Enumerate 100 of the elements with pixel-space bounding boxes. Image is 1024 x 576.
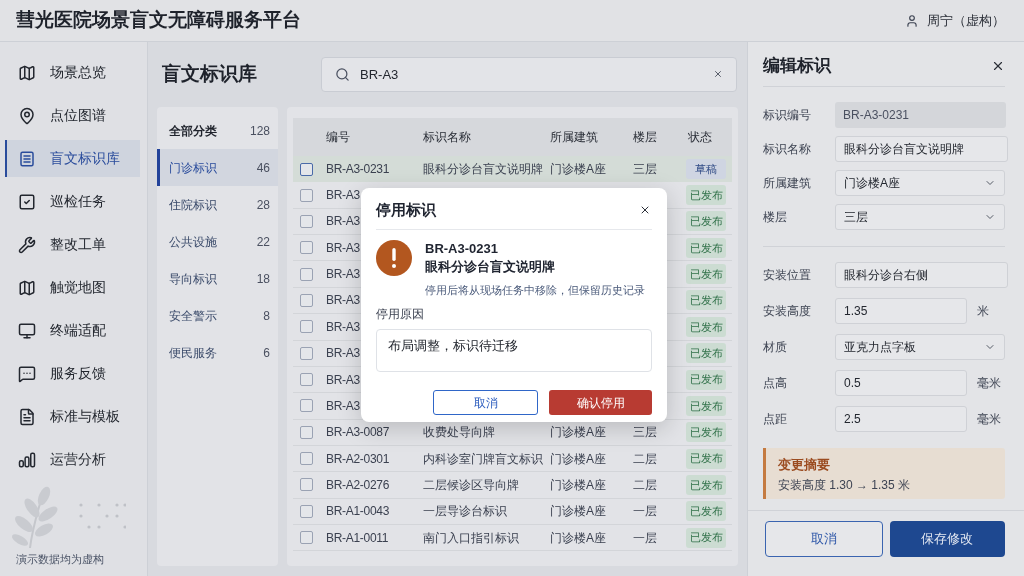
row-checkbox[interactable] xyxy=(300,452,313,466)
reason-label: 停用原因 xyxy=(376,306,425,322)
item-name: 眼科分诊台盲文说明牌 xyxy=(425,258,556,276)
table-row[interactable]: BR-A3-0231 眼科分诊台盲文说明牌 门诊楼A座 三层 草稿 xyxy=(293,156,732,183)
close-button[interactable] xyxy=(639,204,651,216)
cancel-button[interactable]: 取消 xyxy=(433,390,538,415)
close-button[interactable] xyxy=(991,59,1005,73)
reason-field[interactable]: 布局调整，标识待迁移 xyxy=(376,329,652,372)
item-count: 18 xyxy=(256,270,270,288)
field-label: 标识编号 xyxy=(763,107,812,124)
row-checkbox[interactable] xyxy=(300,373,313,387)
braille-dots-icon xyxy=(78,502,126,530)
person-icon xyxy=(905,13,919,28)
confirm-button[interactable]: 确认停用 xyxy=(549,390,652,415)
category-item[interactable]: 便民服务 6 xyxy=(157,334,278,371)
status-badge: 已发布 xyxy=(686,395,726,416)
document-icon xyxy=(18,149,36,168)
nav-item[interactable]: 终端适配 xyxy=(5,312,140,349)
item-count: 6 xyxy=(263,344,270,362)
table-cell: 三层 xyxy=(633,425,657,440)
row-checkbox[interactable] xyxy=(300,346,313,360)
table-cell: BR-A3 xyxy=(326,372,360,387)
category-item[interactable]: 导向标识 18 xyxy=(157,260,278,297)
select-field[interactable]: 三层 xyxy=(835,204,1005,230)
table-cell: 一层 xyxy=(633,504,657,519)
nav-item[interactable]: 巡检任务 xyxy=(5,183,140,220)
row-checkbox[interactable] xyxy=(300,504,313,518)
table-row[interactable]: BR-A2-0301 内科诊室门牌盲文标识 门诊楼A座 二层 已发布 xyxy=(293,445,732,473)
column-header: 状态 xyxy=(687,129,712,146)
status-badge: 已发布 xyxy=(686,501,726,522)
column-header: 编号 xyxy=(325,129,350,146)
item-code: BR-A3-0231 xyxy=(425,240,499,258)
row-checkbox[interactable] xyxy=(300,478,313,492)
checked-box-icon xyxy=(18,192,36,211)
table-cell: 一层 xyxy=(633,530,657,545)
row-checkbox[interactable] xyxy=(300,241,313,255)
table-cell: BR-A1-0043 xyxy=(326,504,390,519)
status-badge: 已发布 xyxy=(686,211,726,232)
text-field[interactable]: 2.5 xyxy=(835,406,967,432)
user-name[interactable]: 周宁（虚构） xyxy=(927,10,1005,31)
field-label: 标识名称 xyxy=(763,141,812,158)
nav-item[interactable]: 触觉地图 xyxy=(5,269,140,306)
unit-label: 毫米 xyxy=(977,375,1001,392)
row-checkbox[interactable] xyxy=(300,188,313,202)
row-checkbox[interactable] xyxy=(300,399,313,413)
row-checkbox[interactable] xyxy=(300,162,313,176)
monitor-icon xyxy=(18,321,36,340)
column-header: 所属建筑 xyxy=(549,129,598,146)
table-row[interactable]: BR-A1-0043 一层导诊台标识 门诊楼A座 一层 已发布 xyxy=(293,498,732,526)
table-cell: 二层 xyxy=(633,478,657,492)
map-icon xyxy=(18,63,36,82)
chat-bubble-icon xyxy=(18,364,36,383)
select-field[interactable]: 门诊楼A座 xyxy=(835,170,1005,196)
nav-item[interactable]: 运营分析 xyxy=(5,441,140,478)
table-cell: 门诊楼A座 xyxy=(550,162,606,177)
row-checkbox[interactable] xyxy=(300,214,313,228)
nav-item[interactable]: 服务反馈 xyxy=(5,355,140,392)
table-cell: 收费处导向牌 xyxy=(423,425,495,440)
row-checkbox[interactable] xyxy=(300,320,313,334)
row-checkbox[interactable] xyxy=(300,293,313,307)
category-item[interactable]: 全部分类 128 xyxy=(157,112,278,149)
row-checkbox[interactable] xyxy=(300,267,313,281)
nav-item[interactable]: 场景总览 xyxy=(5,54,140,91)
table-cell: BR-A3 xyxy=(326,293,360,308)
item-count: 28 xyxy=(256,196,270,214)
table-cell: BR-A3 xyxy=(326,319,360,334)
text-field[interactable]: 0.5 xyxy=(835,370,967,396)
row-checkbox[interactable] xyxy=(300,531,313,545)
status-badge: 已发布 xyxy=(686,527,726,548)
text-field[interactable]: 眼科分诊台右侧 xyxy=(835,262,1008,288)
map-icon xyxy=(18,278,36,297)
text-field[interactable]: 眼科分诊台盲文说明牌 xyxy=(835,136,1008,162)
save-button[interactable]: 保存修改 xyxy=(889,521,1005,557)
select-field[interactable]: 亚克力点字板 xyxy=(835,334,1005,360)
cancel-button[interactable]: 取消 xyxy=(765,521,883,557)
clear-button[interactable] xyxy=(713,69,723,79)
search-field[interactable]: BR-A3 xyxy=(321,57,737,92)
category-item[interactable]: 门诊标识 46 xyxy=(157,149,278,186)
text-field[interactable]: 1.35 xyxy=(835,298,967,324)
category-item[interactable]: 公共设施 22 xyxy=(157,223,278,260)
item-count: 8 xyxy=(263,307,270,325)
table-cell: BR-A3-0087 xyxy=(326,425,390,440)
category-item[interactable]: 住院标识 28 xyxy=(157,186,278,223)
table-row[interactable]: BR-A2-0276 二层候诊区导向牌 门诊楼A座 二层 已发布 xyxy=(293,472,732,499)
table-cell: 一层导诊台标识 xyxy=(423,504,507,519)
field-label: 材质 xyxy=(763,339,788,356)
nav-item[interactable]: 盲文标识库 xyxy=(5,140,140,177)
id-field[interactable]: BR-A3-0231 xyxy=(835,102,1006,128)
table-cell: BR-A3 xyxy=(326,346,360,361)
nav-item[interactable]: 点位图谱 xyxy=(5,97,140,134)
row-checkbox[interactable] xyxy=(300,425,313,439)
bar-chart-icon xyxy=(18,450,36,469)
table-cell: 门诊楼A座 xyxy=(550,478,606,492)
nav-item[interactable]: 整改工单 xyxy=(5,226,140,263)
field-label: 安装位置 xyxy=(763,267,812,284)
table-cell: 门诊楼A座 xyxy=(550,425,606,440)
search-icon xyxy=(335,67,350,82)
category-item[interactable]: 安全警示 8 xyxy=(157,297,278,334)
table-row[interactable]: BR-A1-0011 南门入口指引标识 门诊楼A座 一层 已发布 xyxy=(293,525,732,552)
nav-item[interactable]: 标准与模板 xyxy=(5,398,140,435)
